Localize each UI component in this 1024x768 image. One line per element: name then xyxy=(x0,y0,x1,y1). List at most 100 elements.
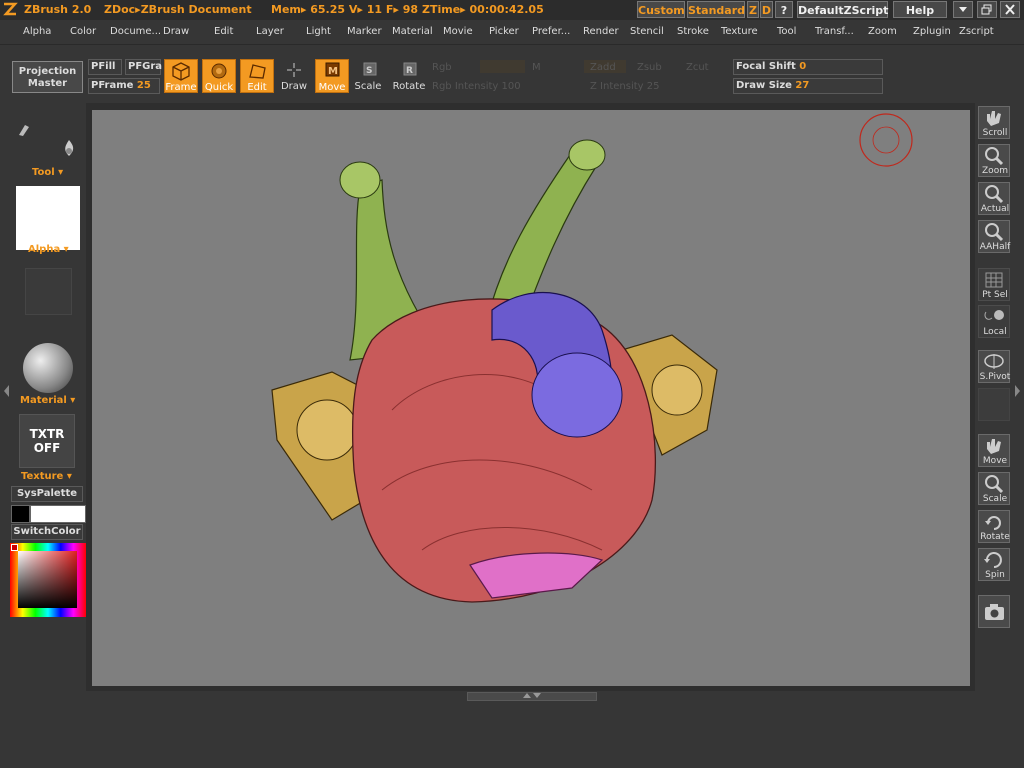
menu-zoom[interactable]: Zoom xyxy=(868,26,897,37)
focal-shift-slider[interactable]: Focal Shift 0 xyxy=(733,59,883,75)
menu-layer[interactable]: Layer xyxy=(256,26,284,37)
projection-master-button[interactable]: Projection Master xyxy=(12,61,83,93)
custom-button[interactable]: Custom xyxy=(637,1,685,18)
zadd-toggle[interactable]: Zadd xyxy=(590,62,616,73)
menu-zplugin[interactable]: Zplugin xyxy=(913,26,951,37)
material-sphere-preview[interactable] xyxy=(23,343,73,393)
scale-view-button[interactable]: Scale xyxy=(978,472,1010,505)
secondary-color-swatch[interactable] xyxy=(11,505,30,523)
standard-button[interactable]: Standard xyxy=(687,1,745,18)
pfill-button[interactable]: PFill xyxy=(88,59,122,75)
pframe-slider[interactable]: PFrame 25 xyxy=(88,78,160,94)
rgb-intensity-slider[interactable]: Rgb Intensity 100 xyxy=(432,81,521,92)
menu-picker[interactable]: Picker xyxy=(489,26,519,37)
d-button[interactable]: D xyxy=(760,1,773,18)
help-button[interactable]: Help xyxy=(893,1,947,18)
rgb-toggle[interactable]: Rgb xyxy=(432,62,452,73)
spin-button[interactable]: Spin xyxy=(978,548,1010,581)
close-button[interactable] xyxy=(1000,1,1020,18)
syspalette-button[interactable]: SysPalette xyxy=(11,486,83,502)
zoom-button[interactable]: Zoom xyxy=(978,144,1010,177)
tool-flame-icon[interactable] xyxy=(60,138,78,158)
menu-draw[interactable]: Draw xyxy=(163,26,189,37)
menu-material[interactable]: Material xyxy=(392,26,433,37)
menu-transform[interactable]: Transf... xyxy=(815,26,854,37)
frame-button[interactable]: Frame xyxy=(164,59,198,93)
menu-marker[interactable]: Marker xyxy=(347,26,382,37)
tool-label[interactable]: Tool ▾ xyxy=(32,167,63,178)
alpha-preview[interactable] xyxy=(16,186,80,250)
bottom-tray-handle[interactable] xyxy=(467,692,597,701)
mesh-model[interactable] xyxy=(92,110,970,686)
menu-preferences[interactable]: Prefer... xyxy=(532,26,570,37)
menu-stroke[interactable]: Stroke xyxy=(677,26,709,37)
right-collapse-arrow-icon[interactable] xyxy=(1014,383,1022,399)
draw-size-label: Draw Size xyxy=(736,80,792,91)
restore-button[interactable] xyxy=(977,1,997,18)
alpha-label[interactable]: Alpha ▾ xyxy=(28,244,69,255)
spin-label: Spin xyxy=(985,570,1005,580)
zsub-toggle[interactable]: Zsub xyxy=(637,62,662,73)
menu-color[interactable]: Color xyxy=(70,26,96,37)
menu-zscript[interactable]: Zscript xyxy=(959,26,994,37)
camera-icon xyxy=(985,604,1004,620)
frame-cube-icon xyxy=(172,62,190,81)
memory-readout: Mem▸ 65.25 V▸ 11 F▸ 98 xyxy=(271,3,419,16)
menu-stencil[interactable]: Stencil xyxy=(630,26,664,37)
color-picker-square[interactable] xyxy=(18,551,77,608)
z-button[interactable]: Z xyxy=(747,1,759,18)
menu-tool[interactable]: Tool xyxy=(777,26,796,37)
move-button[interactable]: M Move xyxy=(315,59,349,93)
aahalf-button[interactable]: AAHalf xyxy=(978,220,1010,253)
menu-texture[interactable]: Texture xyxy=(721,26,758,37)
draw-size-slider[interactable]: Draw Size 27 xyxy=(733,78,883,94)
zcut-toggle[interactable]: Zcut xyxy=(686,62,709,73)
document-canvas[interactable] xyxy=(92,110,970,686)
help-q-button[interactable]: ? xyxy=(775,1,793,18)
default-zscript-button[interactable]: DefaultZScript xyxy=(797,1,888,18)
camera-snapshot-button[interactable] xyxy=(978,595,1010,628)
edit-button[interactable]: Edit xyxy=(240,59,274,93)
menu-edit[interactable]: Edit xyxy=(214,26,233,37)
menu-light[interactable]: Light xyxy=(306,26,331,37)
switchcolor-button[interactable]: SwitchColor xyxy=(11,524,83,540)
menu-movie[interactable]: Movie xyxy=(443,26,473,37)
menu-alpha[interactable]: Alpha xyxy=(23,26,51,37)
document-title: ZDoc▸ZBrush Document xyxy=(104,3,252,16)
edit-label: Edit xyxy=(247,82,267,93)
actual-button[interactable]: Actual xyxy=(978,182,1010,215)
menu-document[interactable]: Docume... xyxy=(110,26,161,37)
material-label[interactable]: Material ▾ xyxy=(20,395,75,406)
local-sphere-icon xyxy=(984,310,1004,320)
texture-off-preview[interactable]: TXTR OFF xyxy=(19,414,75,468)
svg-text:S: S xyxy=(366,66,372,76)
m-toggle[interactable]: M xyxy=(532,62,541,73)
move-view-button[interactable]: Move xyxy=(978,434,1010,467)
left-collapse-arrow-icon[interactable] xyxy=(2,383,10,399)
primary-color-swatch[interactable] xyxy=(30,505,86,523)
empty-slot xyxy=(978,388,1010,421)
hue-marker[interactable] xyxy=(11,544,18,551)
app-title: ZBrush 2.0 xyxy=(24,3,92,16)
scale-button[interactable]: S Scale xyxy=(352,59,386,93)
draw-button[interactable]: Draw xyxy=(278,59,312,93)
menu-render[interactable]: Render xyxy=(583,26,619,37)
hand-scroll-icon xyxy=(987,111,1001,126)
color-hue-ring[interactable] xyxy=(10,543,86,617)
poly-select-button[interactable]: Pt Sel xyxy=(978,268,1010,301)
rotate-view-button[interactable]: Rotate xyxy=(978,510,1010,543)
local-button[interactable]: Local xyxy=(978,305,1010,338)
rotate-button[interactable]: R Rotate xyxy=(391,59,427,93)
tool-brush-icon[interactable] xyxy=(15,121,33,139)
focal-shift-value: 0 xyxy=(799,61,807,72)
move-icon: M xyxy=(325,62,340,77)
quick-button[interactable]: Quick xyxy=(202,59,236,93)
pfgra-button[interactable]: PFGra xyxy=(125,59,163,75)
minimize-button[interactable] xyxy=(953,1,973,18)
texture-label[interactable]: Texture ▾ xyxy=(21,471,72,482)
scroll-button[interactable]: Scroll xyxy=(978,106,1010,139)
z-intensity-slider[interactable]: Z Intensity 25 xyxy=(590,81,659,92)
spivot-button[interactable]: S.Pivot xyxy=(978,350,1010,383)
pfill-label: PFill xyxy=(91,61,116,72)
pfgra-label: PFGra xyxy=(128,61,163,72)
